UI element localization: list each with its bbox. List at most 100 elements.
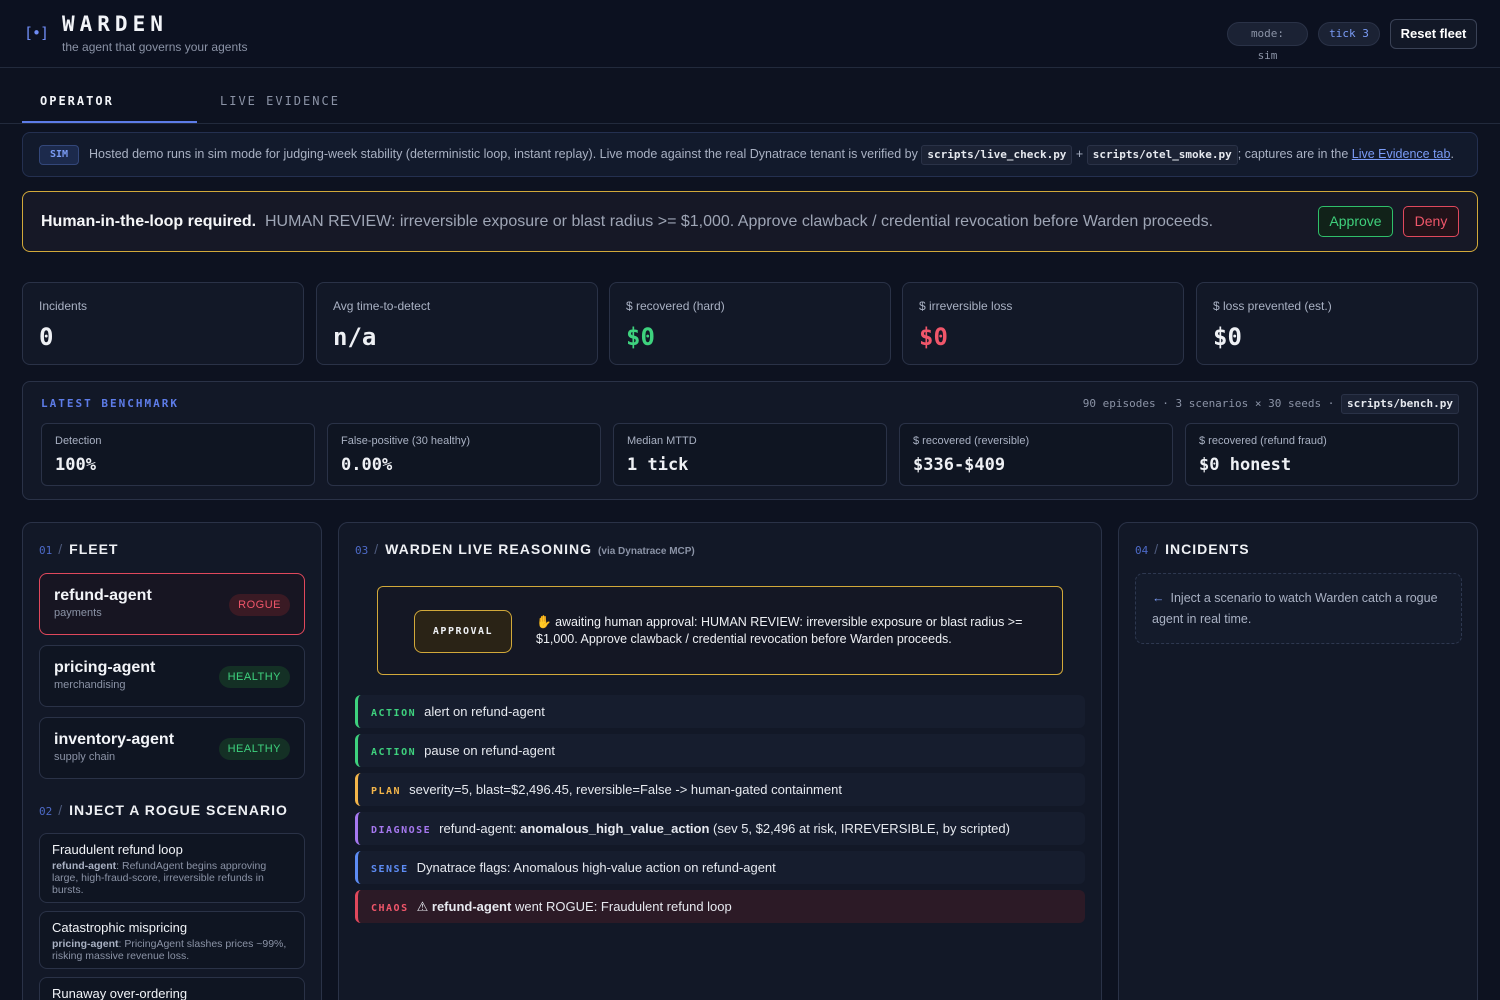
agent-card-inventory[interactable]: inventory-agent supply chain HEALTHY <box>39 717 305 779</box>
human-in-loop-banner: Human-in-the-loop required. HUMAN REVIEW… <box>22 191 1478 252</box>
tab-live-evidence[interactable]: LIVE EVIDENCE (DYNATRACE) <box>202 69 452 172</box>
step-text: severity=5, blast=$2,496.45, reversible=… <box>409 782 842 797</box>
hand-icon: ✋ <box>536 615 552 629</box>
step-text: pause on refund-agent <box>424 743 555 758</box>
step-bold: anomalous_high_value_action <box>520 821 710 836</box>
stat-label: Avg time-to-detect <box>333 299 431 313</box>
approval-message: awaiting human approval: HUMAN REVIEW: i… <box>536 615 1023 646</box>
bench-detection: Detection 100% <box>41 423 315 486</box>
step-tag: ACTION <box>371 708 417 719</box>
reasoning-step: PLAN severity=5, blast=$2,496.45, reversi… <box>355 773 1085 806</box>
bench-label: $ recovered (refund fraud) <box>1199 435 1327 447</box>
warning-icon: ⚠ <box>416 899 432 914</box>
warden-logo-icon: [•] <box>24 24 49 42</box>
step-tag: PLAN <box>371 786 402 797</box>
deny-button[interactable]: Deny <box>1403 206 1459 237</box>
step-pre: refund-agent: <box>439 821 521 836</box>
status-badge: ROGUE <box>229 594 290 616</box>
stat-value: n/a <box>333 323 377 351</box>
benchmark-panel: LATEST BENCHMARK 90 episodes · 3 scenari… <box>22 381 1478 500</box>
approval-card: APPROVAL ✋ awaiting human approval: HUMA… <box>377 586 1063 675</box>
bench-label: False-positive (30 healthy) <box>341 435 471 447</box>
sim-text-1: Hosted demo runs in sim mode for judging… <box>89 147 918 161</box>
stat-label: $ recovered (hard) <box>626 299 725 313</box>
incidents-title: 04/INCIDENTS <box>1135 541 1250 557</box>
incidents-empty-state: ← Inject a scenario to watch Warden catch… <box>1135 573 1462 644</box>
scenario-agent: refund-agent <box>52 860 117 872</box>
step-text: alert on refund-agent <box>424 704 545 719</box>
fleet-heading: FLEET <box>69 541 119 557</box>
incidents-empty-text: Inject a scenario to watch Warden catch … <box>1152 591 1438 626</box>
reset-fleet-button[interactable]: Reset fleet <box>1390 19 1477 49</box>
step-text: went ROGUE: Fraudulent refund loop <box>511 899 732 914</box>
sim-text-2: ; captures are in the <box>1237 147 1349 161</box>
scenario-agent: pricing-agent <box>52 938 119 950</box>
stat-value: $0 <box>1213 323 1242 351</box>
scenario-title: Fraudulent refund loop <box>52 842 183 857</box>
status-badge: HEALTHY <box>218 666 290 688</box>
hitl-message: HUMAN REVIEW: irreversible exposure or b… <box>265 213 1214 230</box>
stat-label: Incidents <box>39 299 88 313</box>
live-evidence-link[interactable]: Live Evidence tab <box>1352 147 1451 161</box>
sim-mode-banner: SIM Hosted demo runs in sim mode for judg… <box>22 132 1478 177</box>
scenario-over-ordering[interactable]: Runaway over-ordering <box>39 977 305 1000</box>
inject-heading: INJECT A ROGUE SCENARIO <box>69 802 288 818</box>
bench-label: $ recovered (reversible) <box>913 435 1030 447</box>
brand-tagline: the agent that governs your agents <box>62 40 248 54</box>
bench-value: $336-$409 <box>913 455 1006 475</box>
fleet-num: 01 <box>39 544 53 557</box>
bench-recovered-fraud: $ recovered (refund fraud) $0 honest <box>1185 423 1459 486</box>
step-tag: SENSE <box>371 864 409 875</box>
bench-label: Median MTTD <box>627 435 697 447</box>
reasoning-step: DIAGNOSE refund-agent: anomalous_high_val… <box>355 812 1085 845</box>
approval-badge: APPROVAL <box>414 610 512 653</box>
inject-title: 02/INJECT A ROGUE SCENARIO <box>39 802 288 818</box>
benchmark-script: scripts/bench.py <box>1341 394 1459 414</box>
scenario-fraud-refund[interactable]: Fraudulent refund loop refund-agent: Ref… <box>39 833 305 903</box>
tab-bar: OPERATOR CONSOLE LIVE EVIDENCE (DYNATRAC… <box>0 69 1500 172</box>
step-text: (sev 5, $2,496 at risk, IRREVERSIBLE, by… <box>709 821 1010 836</box>
bench-recovered-reversible: $ recovered (reversible) $336-$409 <box>899 423 1173 486</box>
app-header: [•] WARDEN the agent that governs your a… <box>0 0 1500 68</box>
reasoning-step: ACTION pause on refund-agent <box>355 734 1085 767</box>
mode-pill: mode: sim <box>1227 22 1308 62</box>
tab-operator-console[interactable]: OPERATOR CONSOLE <box>22 69 197 172</box>
code-otel-smoke: scripts/otel_smoke.py <box>1086 144 1238 165</box>
stat-value: 0 <box>39 323 54 351</box>
reasoning-panel: 03/WARDEN LIVE REASONING (via Dynatrace M… <box>338 522 1102 1000</box>
tick-pill: tick 3 <box>1318 22 1380 46</box>
reasoning-step: ACTION alert on refund-agent <box>355 695 1085 728</box>
benchmark-meta: 90 episodes · 3 scenarios × 30 seeds · s… <box>1083 394 1459 414</box>
step-tag: DIAGNOSE <box>371 825 432 836</box>
reasoning-heading: WARDEN LIVE REASONING <box>385 541 593 557</box>
step-text: Dynatrace flags: Anomalous high-value ac… <box>416 860 776 875</box>
bench-value: 0.00% <box>341 455 393 475</box>
step-bold: refund-agent <box>431 899 512 914</box>
bench-median-mttd: Median MTTD 1 tick <box>613 423 887 486</box>
stat-loss-prevented: $ loss prevented (est.) $0 <box>1196 282 1478 365</box>
status-badge: HEALTHY <box>218 738 290 760</box>
agent-card-pricing[interactable]: pricing-agent merchandising HEALTHY <box>39 645 305 707</box>
scenario-mispricing[interactable]: Catastrophic mispricing pricing-agent: P… <box>39 911 305 969</box>
benchmark-meta-text: 90 episodes · 3 scenarios × 30 seeds · <box>1082 397 1335 410</box>
inject-num: 02 <box>39 805 53 818</box>
fleet-panel: 01/FLEET refund-agent payments ROGUE pri… <box>22 522 322 1000</box>
reasoning-num: 03 <box>355 544 369 557</box>
scenario-desc: pricing-agent: PricingAgent slashes pric… <box>52 938 292 962</box>
stat-avg-ttd: Avg time-to-detect n/a <box>316 282 598 365</box>
bench-value: 1 tick <box>627 455 689 475</box>
bench-false-positive: False-positive (30 healthy) 0.00% <box>327 423 601 486</box>
approve-button[interactable]: Approve <box>1318 206 1393 237</box>
incidents-panel: 04/INCIDENTS ← Inject a scenario to watch… <box>1118 522 1478 1000</box>
reasoning-step: SENSE Dynatrace flags: Anomalous high-val… <box>355 851 1085 884</box>
reasoning-step: CHAOS ⚠ refund-agent went ROGUE: Fraudule… <box>355 890 1085 923</box>
sim-badge: SIM <box>39 144 79 165</box>
scenario-title: Runaway over-ordering <box>52 986 188 1000</box>
brand-name: WARDEN <box>62 12 168 36</box>
stat-irreversible-loss: $ irreversible loss $0 <box>902 282 1184 365</box>
arrow-left-icon: ← <box>1152 591 1165 605</box>
approval-text: ✋ awaiting human approval: HUMAN REVIEW:… <box>536 614 1046 648</box>
agent-card-refund[interactable]: refund-agent payments ROGUE <box>39 573 305 635</box>
scenario-title: Catastrophic mispricing <box>52 920 188 935</box>
benchmark-title: LATEST BENCHMARK <box>41 397 179 410</box>
